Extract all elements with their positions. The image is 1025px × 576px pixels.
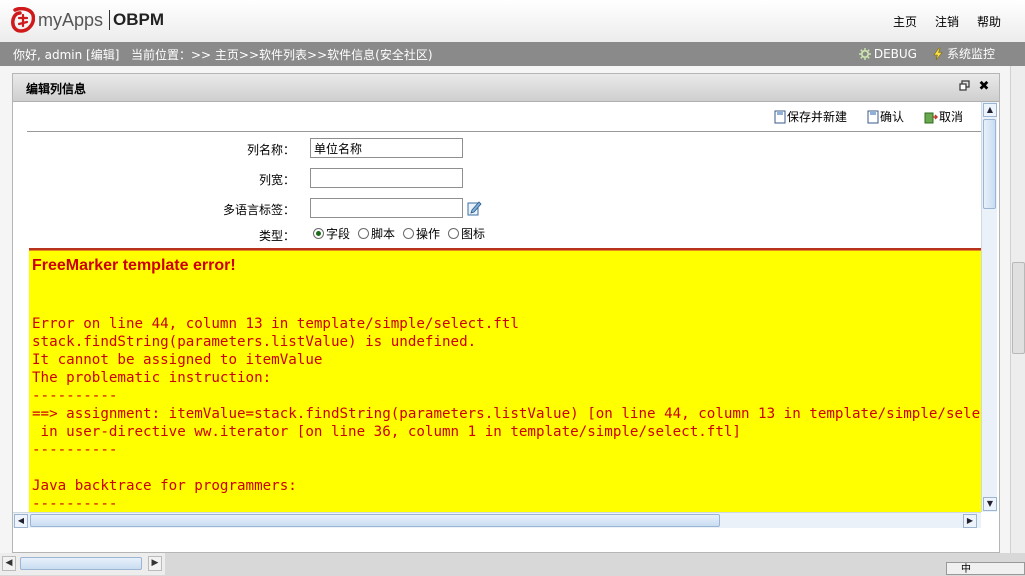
template-error-panel: FreeMarker template error! Error on line… bbox=[29, 250, 981, 512]
type-radio-script[interactable]: 脚本 bbox=[358, 225, 395, 242]
error-line: The problematic instruction: bbox=[32, 370, 272, 386]
type-radio-field[interactable]: 字段 bbox=[313, 225, 350, 242]
form-row-type: 类型： 字段 脚本 操作 图标 bbox=[13, 222, 983, 246]
column-name-label: 列名称： bbox=[246, 143, 295, 157]
page-vertical-scrollbar[interactable] bbox=[1010, 66, 1025, 553]
cancel-button[interactable]: 取消 bbox=[924, 108, 963, 125]
error-line: ---------- bbox=[32, 442, 118, 458]
cancel-icon bbox=[924, 112, 938, 123]
dialog-title: 编辑列信息 bbox=[26, 82, 87, 96]
nav-help-link[interactable]: 帮助 bbox=[977, 13, 1001, 30]
form-row-name: 列名称： bbox=[13, 136, 983, 160]
ime-indicator[interactable]: 中 bbox=[946, 562, 1025, 575]
edit-column-dialog: 编辑列信息 ✖ 保存并新建 确认 取消 列名称： 列宽： 多语言标签： bbox=[12, 73, 1000, 553]
user-greeting[interactable]: 你好, admin [编辑] bbox=[13, 46, 119, 63]
radio-field-label: 字段 bbox=[326, 227, 351, 241]
confirm-button[interactable]: 确认 bbox=[867, 108, 904, 125]
dialog-toolbar: 保存并新建 确认 取消 bbox=[774, 108, 963, 125]
breadcrumb: 当前位置：>> 主页>>软件列表>>软件信息(安全社区) bbox=[131, 48, 433, 62]
column-width-input[interactable] bbox=[310, 168, 463, 188]
scroll-left-arrow-icon[interactable]: ◀ bbox=[14, 514, 28, 528]
lightning-icon bbox=[933, 47, 943, 60]
i18n-label: 多语言标签： bbox=[222, 203, 295, 217]
radio-icon-label: 图标 bbox=[461, 227, 486, 241]
dialog-horizontal-scrollbar[interactable]: ◀ ▶ bbox=[13, 512, 981, 528]
debug-button[interactable]: DEBUG bbox=[858, 47, 917, 61]
scroll-right-arrow-icon[interactable]: ▶ bbox=[148, 556, 162, 571]
i18n-edit-icon[interactable] bbox=[467, 200, 482, 216]
i18n-input[interactable] bbox=[310, 198, 463, 218]
type-radio-icon[interactable]: 图标 bbox=[448, 225, 485, 242]
scroll-up-arrow-icon[interactable]: ▲ bbox=[983, 103, 997, 117]
dialog-vertical-scrollbar[interactable]: ▲ ▼ bbox=[981, 102, 997, 512]
nav-logout-link[interactable]: 注销 bbox=[935, 13, 959, 30]
column-name-input[interactable] bbox=[310, 138, 463, 158]
confirm-icon bbox=[867, 110, 879, 123]
status-bar: 你好, admin [编辑] 当前位置：>> 主页>>软件列表>>软件信息(安全… bbox=[0, 42, 1025, 66]
monitor-label: 系统监控 bbox=[946, 47, 995, 61]
radio-action-label: 操作 bbox=[416, 227, 441, 241]
scroll-left-arrow-icon[interactable]: ◀ bbox=[2, 556, 16, 571]
cancel-label: 取消 bbox=[938, 110, 963, 124]
system-monitor-button[interactable]: 系统监控 bbox=[931, 45, 995, 62]
error-line: Error on line 44, column 13 in template/… bbox=[32, 316, 519, 332]
radio-action-circle[interactable] bbox=[403, 228, 415, 239]
confirm-label: 确认 bbox=[879, 110, 904, 124]
save-and-new-button[interactable]: 保存并新建 bbox=[774, 108, 847, 125]
nav-home-link[interactable]: 主页 bbox=[893, 13, 917, 30]
type-radio-group: 字段 脚本 操作 图标 bbox=[313, 225, 485, 242]
error-details: Error on line 44, column 13 in template/… bbox=[32, 315, 981, 512]
type-radio-action[interactable]: 操作 bbox=[403, 225, 440, 242]
radio-script-circle[interactable] bbox=[358, 228, 370, 239]
scroll-down-arrow-icon[interactable]: ▼ bbox=[983, 497, 997, 511]
logo-icon bbox=[11, 7, 35, 33]
page-hscroll-thumb[interactable] bbox=[20, 557, 142, 570]
error-line: ---------- bbox=[32, 388, 118, 404]
error-line: Java backtrace for programmers: bbox=[32, 478, 297, 494]
top-nav: 主页 注销 帮助 bbox=[893, 13, 1001, 30]
error-line: ==> assignment: itemValue=stack.findStri… bbox=[32, 406, 981, 422]
logo-text: myApps bbox=[38, 10, 104, 30]
form-row-width: 列宽： bbox=[13, 166, 983, 190]
status-actions: DEBUG 系统监控 bbox=[858, 45, 995, 62]
error-line: It cannot be assigned to itemValue bbox=[32, 352, 323, 368]
close-icon[interactable]: ✖ bbox=[977, 80, 991, 94]
column-width-label: 列宽： bbox=[258, 173, 295, 187]
dialog-titlebar[interactable]: 编辑列信息 ✖ bbox=[13, 74, 999, 102]
dialog-hscroll-thumb[interactable] bbox=[30, 514, 720, 527]
save-icon bbox=[774, 110, 786, 123]
page-horizontal-scrollbar[interactable]: ◀ ▶ bbox=[0, 553, 165, 575]
save-and-new-label: 保存并新建 bbox=[786, 110, 847, 124]
radio-script-label: 脚本 bbox=[371, 227, 396, 241]
dialog-vscroll-thumb[interactable] bbox=[983, 119, 996, 209]
logo-product: OBPM bbox=[113, 10, 164, 29]
radio-icon-circle[interactable] bbox=[448, 228, 460, 239]
error-title: FreeMarker template error! bbox=[32, 257, 236, 274]
error-line: in user-directive ww.iterator [on line 3… bbox=[32, 424, 741, 440]
logo-divider bbox=[109, 10, 110, 30]
radio-field-circle[interactable] bbox=[313, 228, 324, 239]
type-label: 类型： bbox=[258, 229, 295, 243]
scroll-right-arrow-icon[interactable]: ▶ bbox=[963, 514, 977, 528]
page-scroll-thumb[interactable] bbox=[1012, 262, 1025, 354]
error-line: ---------- bbox=[32, 496, 118, 512]
toolbar-divider bbox=[27, 131, 981, 132]
gear-icon bbox=[858, 47, 871, 60]
form-row-i18n: 多语言标签： bbox=[13, 196, 983, 220]
restore-icon[interactable] bbox=[957, 80, 971, 94]
top-header: myApps OBPM 主页 注销 帮助 bbox=[0, 0, 1025, 42]
debug-label: DEBUG bbox=[873, 46, 917, 61]
error-line: stack.findString(parameters.listValue) i… bbox=[32, 334, 477, 350]
